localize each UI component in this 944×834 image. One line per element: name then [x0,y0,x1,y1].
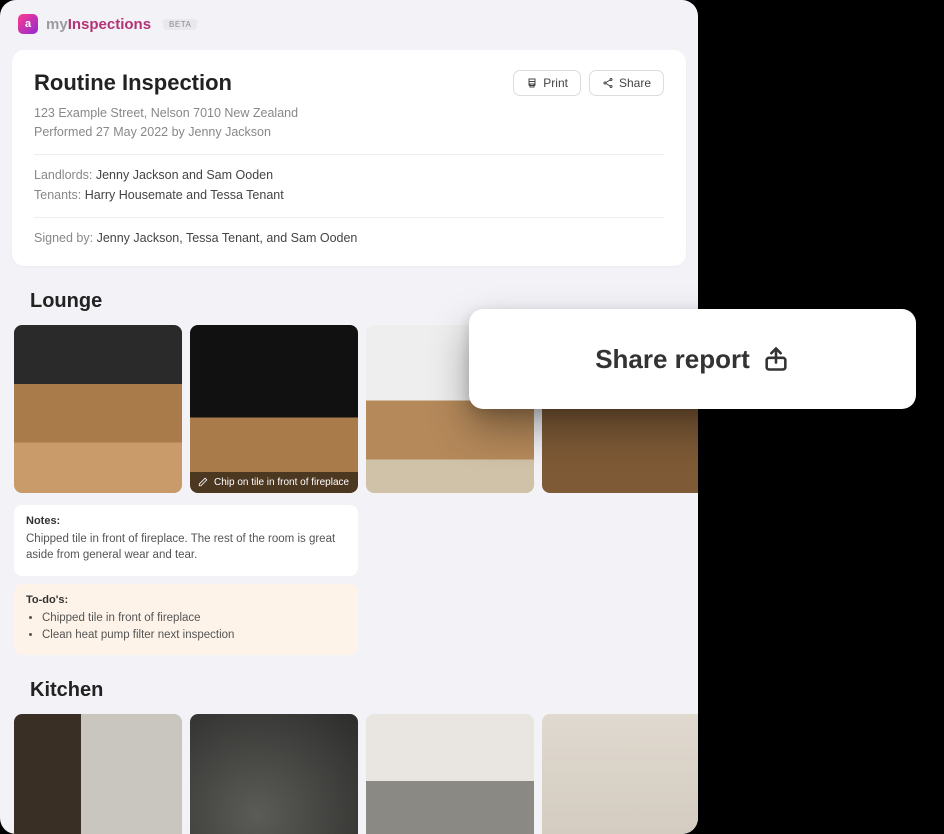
todos-label: To-do's: [26,594,346,606]
address-line: 123 Example Street, Nelson 7010 New Zeal… [34,104,664,123]
top-bar: a myInspections BETA [0,0,698,44]
tenants-row: Tenants: Harry Housemate and Tessa Tenan… [34,185,664,205]
landlords-row: Landlords: Jenny Jackson and Sam Ooden [34,165,664,185]
lounge-todos-card: To-do's: Chipped tile in front of firepl… [14,584,358,655]
print-label: Print [543,76,568,90]
photo-caption: Chip on tile in front of fireplace [190,472,358,493]
share-report-toast[interactable]: Share report [469,309,916,409]
notes-body: Chipped tile in front of fireplace. The … [26,531,346,564]
share-button[interactable]: Share [589,70,664,96]
signed-value: Jenny Jackson, Tessa Tenant, and Sam Ood… [97,231,358,245]
performed-line: Performed 27 May 2022 by Jenny Jackson [34,123,664,142]
kitchen-photo-2[interactable]: Oven seal needs replacing. Door sits ope… [190,714,358,834]
todo-item: Clean heat pump filter next inspection [42,627,346,644]
signed-row: Signed by: Jenny Jackson, Tessa Tenant, … [34,228,664,248]
print-icon [526,77,538,89]
share-icon [602,77,614,89]
kitchen-photo-3[interactable] [366,714,534,834]
brand-name: myInspections [46,16,151,33]
inspection-report-app: a myInspections BETA Routine Inspection … [0,0,698,834]
lounge-photo-1[interactable] [14,325,182,493]
todo-item: Chipped tile in front of fireplace [42,610,346,627]
print-button[interactable]: Print [513,70,581,96]
share-export-icon [762,345,790,373]
app-logo: a [18,14,38,34]
section-title-kitchen: Kitchen [0,673,698,714]
beta-badge: BETA [163,19,197,30]
share-label: Share [619,76,651,90]
page-title: Routine Inspection [34,70,232,96]
tenants-value: Harry Housemate and Tessa Tenant [85,188,284,202]
landlords-value: Jenny Jackson and Sam Ooden [96,168,273,182]
kitchen-gallery: Oven seal needs replacing. Door sits ope… [0,714,698,834]
report-header-card: Routine Inspection Print Share 123 Examp… [12,50,686,266]
kitchen-photo-1[interactable] [14,714,182,834]
share-report-label: Share report [595,344,750,375]
brand-prefix: my [46,16,68,33]
edit-icon [198,477,208,487]
todos-list: Chipped tile in front of fireplace Clean… [26,610,346,643]
lounge-photo-2[interactable]: Chip on tile in front of fireplace [190,325,358,493]
lounge-notes-card: Notes: Chipped tile in front of fireplac… [14,505,358,576]
tenants-label: Tenants: [34,188,81,202]
caption-text: Chip on tile in front of fireplace [214,477,349,488]
kitchen-photo-4[interactable] [542,714,698,834]
landlords-label: Landlords: [34,168,92,182]
header-actions: Print Share [513,70,664,96]
signed-label: Signed by: [34,231,93,245]
notes-label: Notes: [26,515,346,527]
brand-suffix: Inspections [68,16,151,33]
